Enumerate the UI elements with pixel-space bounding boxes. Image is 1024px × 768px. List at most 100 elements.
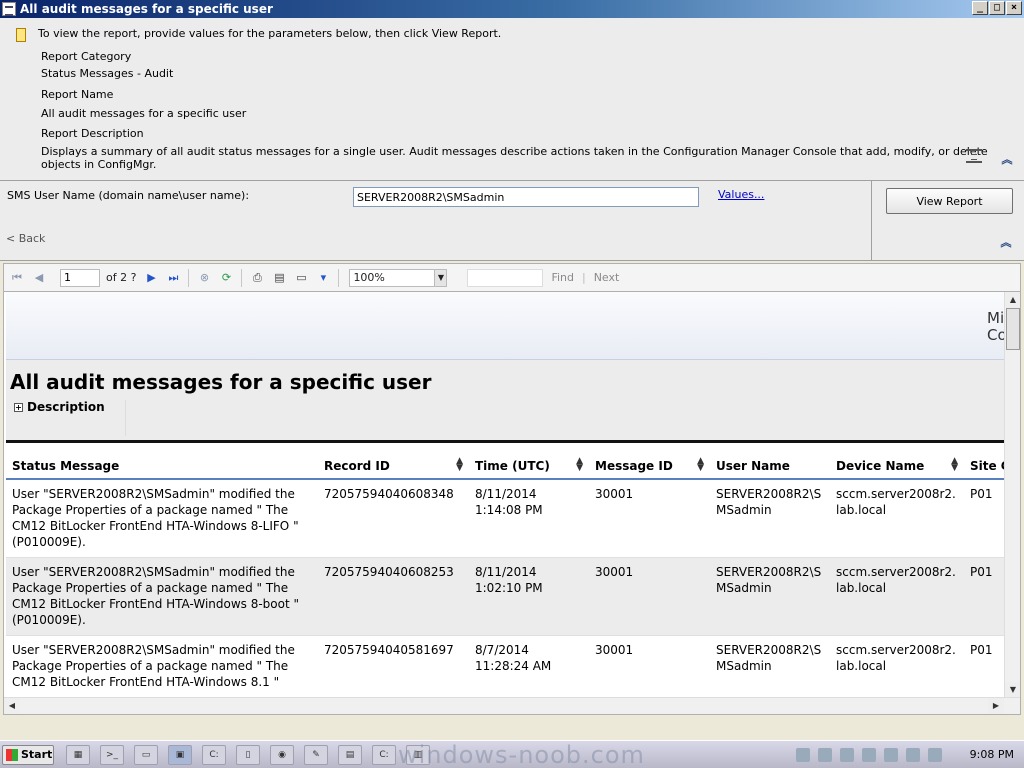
cell-record-id: 72057594040608253 [318, 557, 469, 636]
current-page-input[interactable] [60, 268, 100, 287]
report-app-icon [2, 2, 16, 16]
cmd-icon[interactable]: C: [202, 745, 226, 765]
first-page-icon[interactable]: ⏮ [9, 270, 25, 286]
window-controls: _ □ × [972, 1, 1022, 15]
page-setup-icon[interactable]: ▭ [293, 270, 309, 286]
last-page-icon[interactable]: ⏭ [165, 270, 181, 286]
taskbar: Start ▦ >_ ▭ ▣ C: ▯ ◉ ✎ ▤ C: ▥ windows-n… [0, 740, 1024, 768]
cell-time: 8/7/2014 11:28:24 AM [469, 635, 589, 690]
table-row: User "SERVER2008R2\SMSadmin" modified th… [6, 635, 1006, 690]
sort-icon[interactable]: ▲ ▼ [697, 457, 704, 473]
window-titlebar: All audit messages for a specific user _… [0, 0, 1024, 18]
page-count-text: of 2 ? [106, 271, 137, 284]
scroll-left-icon[interactable]: ◀ [4, 698, 20, 714]
close-button[interactable]: × [1006, 1, 1022, 15]
cell-device-name: sccm.server2008r2.lab.local [830, 635, 964, 690]
vertical-scrollbar[interactable]: ▲ ▼ [1004, 292, 1020, 698]
stop-icon[interactable]: ⊗ [196, 270, 212, 286]
tray-icon[interactable] [840, 748, 854, 762]
find-input[interactable] [467, 268, 544, 287]
report-category-value: Status Messages - Audit [41, 67, 174, 80]
windows-logo-icon [6, 749, 18, 761]
previous-page-icon[interactable]: ◀ [31, 270, 47, 286]
window-title: All audit messages for a specific user [20, 2, 273, 16]
cell-site-code: P01 [964, 635, 1006, 690]
expand-icon[interactable]: + [14, 403, 23, 412]
cell-status-message: User "SERVER2008R2\SMSadmin" modified th… [6, 479, 318, 558]
report-banner: Mic Cor [6, 292, 1008, 360]
report-name-label: Report Name [41, 88, 114, 101]
scroll-down-icon[interactable]: ▼ [1005, 682, 1020, 698]
flag-icon[interactable] [884, 748, 898, 762]
cell-record-id: 72057594040608348 [318, 479, 469, 558]
cell-site-code: P01 [964, 479, 1006, 558]
cell-device-name: sccm.server2008r2.lab.local [830, 557, 964, 636]
values-link[interactable]: Values... [718, 188, 764, 201]
clock[interactable]: 9:08 PM [970, 748, 1014, 761]
table-row: User "SERVER2008R2\SMSadmin" modified th… [6, 557, 1006, 636]
description-toggle[interactable]: + Description [10, 400, 126, 436]
cell-message-id: 30001 [589, 557, 710, 636]
chevron-down-icon[interactable]: ▼ [434, 269, 447, 286]
editor-icon[interactable]: ✎ [304, 745, 328, 765]
sort-icon[interactable]: ▲ ▼ [951, 457, 958, 473]
column-header-site-code[interactable]: Site Co [964, 454, 1006, 480]
cell-time: 8/11/2014 1:02:10 PM [469, 557, 589, 636]
start-button[interactable]: Start [2, 745, 54, 765]
network-icon[interactable]: ▤ [338, 745, 362, 765]
column-header-record-id[interactable]: Record ID ▲ ▼ [318, 454, 469, 480]
tray-icon[interactable] [818, 748, 832, 762]
scroll-right-icon[interactable]: ▶ [988, 698, 1004, 714]
firefox-icon[interactable]: ◉ [270, 745, 294, 765]
powershell-icon[interactable]: >_ [100, 745, 124, 765]
section-divider [6, 440, 1006, 443]
toolbar-separator [338, 268, 340, 287]
tray-icon[interactable] [906, 748, 920, 762]
report-heading-area: All audit messages for a specific user +… [6, 360, 1006, 442]
refresh-icon[interactable]: ⟳ [218, 270, 234, 286]
cell-message-id: 30001 [589, 635, 710, 690]
tray-icon[interactable] [796, 748, 810, 762]
back-link[interactable]: < Back [6, 232, 45, 245]
minimize-button[interactable]: _ [972, 1, 988, 15]
cell-user-name: SERVER2008R2\SMSadmin [710, 635, 830, 690]
sort-icon[interactable]: ▲ ▼ [456, 457, 463, 473]
toggle-panel-icon[interactable] [966, 149, 982, 163]
explorer-icon[interactable]: ▭ [134, 745, 158, 765]
sort-icon[interactable]: ▲ ▼ [576, 457, 583, 473]
user-name-input[interactable] [353, 187, 699, 207]
zoom-select[interactable]: 100% ▼ [349, 268, 448, 287]
audit-messages-table: Status Message Record ID ▲ ▼ Time (UTC) ▲ ▼ … [6, 454, 1006, 690]
zoom-value: 100% [353, 270, 385, 284]
next-page-icon[interactable]: ▶ [143, 270, 159, 286]
horizontal-scrollbar[interactable]: ◀ ▶ [4, 697, 1020, 714]
column-header-device-name[interactable]: Device Name ▲ ▼ [830, 454, 964, 480]
maximize-button[interactable]: □ [989, 1, 1005, 15]
column-header-status-message[interactable]: Status Message [6, 454, 318, 480]
cmd-icon-2[interactable]: C: [372, 745, 396, 765]
volume-icon[interactable] [928, 748, 942, 762]
scroll-up-icon[interactable]: ▲ [1005, 292, 1020, 308]
column-header-user-name[interactable]: User Name [710, 454, 830, 480]
find-link[interactable]: Find [551, 271, 574, 284]
collapse-parameters-icon[interactable]: ︽ [1000, 237, 1012, 250]
view-report-button[interactable]: View Report [886, 188, 1013, 214]
report-description-label: Report Description [41, 127, 144, 140]
info-icon [16, 28, 26, 42]
print-icon[interactable]: ⎙ [249, 270, 265, 286]
report-viewer-taskbar-icon[interactable]: ▣ [168, 745, 192, 765]
column-header-time[interactable]: Time (UTC) ▲ ▼ [469, 454, 589, 480]
server-manager-icon[interactable]: ▦ [66, 745, 90, 765]
notepad-icon[interactable]: ▯ [236, 745, 260, 765]
column-header-message-id[interactable]: Message ID ▲ ▼ [589, 454, 710, 480]
find-next-link[interactable]: Next [594, 271, 620, 284]
export-icon[interactable]: ▾ [315, 270, 331, 286]
report-title: All audit messages for a specific user [10, 370, 432, 394]
cell-status-message: User "SERVER2008R2\SMSadmin" modified th… [6, 635, 318, 690]
watermark: windows-noob.com [398, 741, 645, 768]
print-layout-icon[interactable]: ▤ [271, 270, 287, 286]
collapse-header-icon[interactable]: ︽ [1001, 154, 1013, 167]
audit-table-container: Status Message Record ID ▲ ▼ Time (UTC) ▲ ▼ … [6, 454, 1006, 690]
scroll-thumb[interactable] [1006, 308, 1020, 350]
tray-icon[interactable] [862, 748, 876, 762]
